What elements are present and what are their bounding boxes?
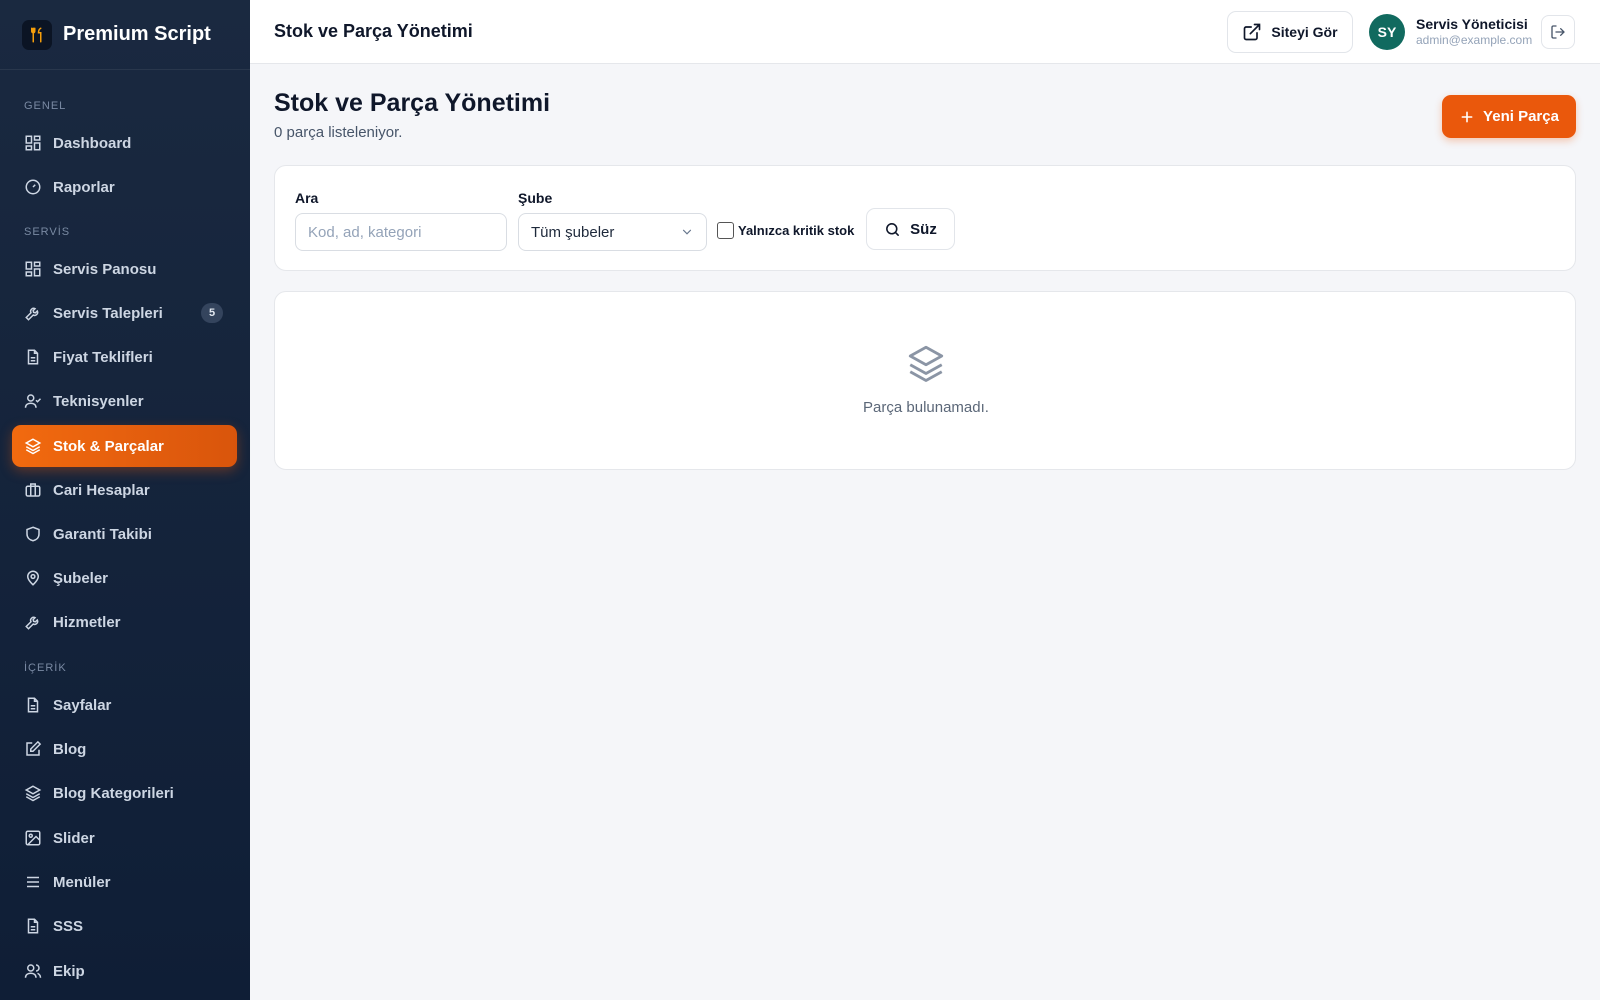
- branch-selected-value: Tüm şubeler: [531, 223, 615, 241]
- logout-button[interactable]: [1541, 15, 1575, 49]
- layers-icon: [908, 345, 944, 382]
- sidebar-item-label: Menüler: [53, 873, 111, 891]
- sidebar-item-menus[interactable]: Menüler: [12, 861, 237, 903]
- sidebar-item-branches[interactable]: Şubeler: [12, 557, 237, 599]
- new-part-label: Yeni Parça: [1483, 108, 1559, 125]
- external-link-icon: [1244, 23, 1261, 41]
- sidebar-item-label: Servis Panosu: [53, 260, 157, 278]
- critical-stock-toggle[interactable]: Yalnızca kritik stok: [717, 222, 854, 239]
- branch-select[interactable]: Tüm şubeler: [518, 213, 707, 251]
- layers-icon: [24, 438, 42, 455]
- branch-label: Şube: [518, 190, 553, 206]
- layers-icon: [24, 785, 42, 802]
- sidebar-item-faq[interactable]: SSS: [12, 905, 237, 947]
- gauge-icon: [25, 179, 41, 195]
- grid-icon: [25, 135, 41, 151]
- wrench-icon: [25, 616, 39, 630]
- sidebar-item-warranty[interactable]: Garanti Takibi: [12, 513, 237, 555]
- sidebar-item-dashboard[interactable]: Dashboard: [12, 122, 237, 164]
- document-icon: [27, 697, 39, 713]
- sidebar-item-label: Fiyat Teklifleri: [53, 348, 153, 366]
- new-part-button[interactable]: Yeni Parça: [1442, 95, 1576, 138]
- sidebar-item-blog[interactable]: Blog: [12, 728, 237, 770]
- logout-icon: [1551, 25, 1565, 39]
- section-label-general: GENEL: [24, 100, 67, 112]
- topbar-title: Stok ve Parça Yönetimi: [274, 21, 473, 41]
- sidebar-item-label: Raporlar: [53, 178, 115, 196]
- sidebar-item-label: Dashboard: [53, 134, 132, 152]
- sidebar-item-label: Teknisyenler: [53, 392, 144, 410]
- edit-icon: [26, 740, 42, 756]
- sidebar-item-label: Slider: [53, 829, 95, 847]
- critical-stock-label: Yalnızca kritik stok: [738, 223, 855, 238]
- page-subtitle: 0 parça listeleniyor.: [274, 124, 403, 141]
- briefcase-icon: [25, 483, 41, 497]
- sidebar-item-technicians[interactable]: Teknisyenler: [12, 380, 237, 422]
- sidebar-item-label: Stok & Parçalar: [53, 437, 164, 455]
- brand-name: Premium Script: [63, 23, 211, 45]
- topbar: Stok ve Parça Yönetimi Siteyi Gör SY Ser…: [250, 0, 1600, 64]
- search-input[interactable]: [295, 213, 507, 251]
- sidebar-item-label: Sayfalar: [53, 696, 112, 714]
- sidebar-item-label: Garanti Takibi: [53, 525, 152, 543]
- sidebar-item-label: Şubeler: [53, 569, 109, 587]
- sidebar-item-label: Blog: [53, 740, 87, 758]
- tools-icon: [22, 19, 52, 50]
- filter-card: Ara Şube Tüm şubeler Yalnızca kritik sto…: [274, 165, 1576, 271]
- sidebar-item-price-quotes[interactable]: Fiyat Teklifleri: [12, 336, 237, 378]
- sidebar-item-label: Blog Kategorileri: [53, 784, 174, 802]
- sidebar-item-team[interactable]: Ekip: [12, 950, 237, 992]
- plus-icon: [1461, 111, 1473, 122]
- results-card: Parça bulunamadı.: [274, 291, 1576, 470]
- sidebar-item-reports[interactable]: Raporlar: [12, 166, 237, 208]
- sidebar-item-slider[interactable]: Slider: [12, 817, 237, 859]
- menu-icon: [27, 876, 39, 888]
- sidebar-item-label: Cari Hesaplar: [53, 481, 150, 499]
- chevron-down-icon: [682, 229, 692, 235]
- filter-button-label: Süz: [910, 220, 937, 238]
- avatar[interactable]: SY: [1369, 14, 1405, 50]
- critical-stock-checkbox[interactable]: [717, 222, 734, 239]
- wrench-icon: [25, 307, 39, 321]
- sidebar-item-label: Hizmetler: [53, 613, 121, 631]
- map-pin-icon: [26, 570, 40, 586]
- user-check-icon: [24, 394, 42, 408]
- image-icon: [25, 830, 41, 846]
- sidebar: Premium Script GENEL Dashboard Raporlar …: [0, 0, 250, 1000]
- page-title: Stok ve Parça Yönetimi: [274, 89, 551, 117]
- sidebar-item-label: SSS: [53, 917, 84, 935]
- document-icon: [27, 918, 39, 934]
- sidebar-item-pages[interactable]: Sayfalar: [12, 684, 237, 726]
- section-label-service: SERVİS: [24, 226, 71, 238]
- sidebar-item-stock-parts[interactable]: Stok & Parçalar: [12, 425, 237, 467]
- users-icon: [24, 964, 42, 978]
- empty-state-message: Parça bulunamadı.: [863, 399, 989, 416]
- sidebar-item-services[interactable]: Hizmetler: [12, 601, 237, 643]
- section-label-content: İÇERİK: [24, 662, 67, 674]
- sidebar-item-service-board[interactable]: Servis Panosu: [12, 248, 237, 290]
- document-icon: [27, 349, 39, 365]
- count-badge: 5: [201, 303, 223, 323]
- user-name: Servis Yöneticisi: [1416, 16, 1528, 32]
- shield-icon: [26, 526, 40, 542]
- search-icon: [886, 222, 900, 236]
- sidebar-item-label: Ekip: [53, 962, 85, 980]
- sidebar-item-accounts[interactable]: Cari Hesaplar: [12, 469, 237, 511]
- grid-icon: [25, 261, 41, 277]
- brand[interactable]: Premium Script: [0, 0, 250, 70]
- sidebar-item-blog-categories[interactable]: Blog Kategorileri: [12, 772, 237, 814]
- sidebar-item-label: Servis Talepleri: [53, 304, 163, 322]
- search-label: Ara: [295, 190, 319, 206]
- user-email: admin@example.com: [1416, 33, 1533, 47]
- view-site-button[interactable]: Siteyi Gör: [1227, 11, 1353, 53]
- filter-button[interactable]: Süz: [866, 208, 955, 250]
- view-site-label: Siteyi Gör: [1271, 24, 1338, 40]
- sidebar-item-service-requests[interactable]: Servis Talepleri 5: [12, 292, 237, 334]
